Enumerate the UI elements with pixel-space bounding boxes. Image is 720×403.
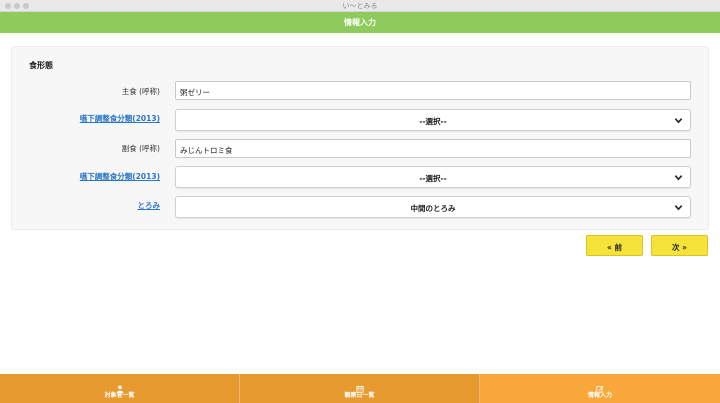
chevron-down-icon — [674, 118, 683, 124]
window-titlebar: い～とみる — [0, 0, 720, 12]
tab-label: 情報入力 — [587, 392, 612, 399]
tab-label: 観察日一覧 — [344, 392, 375, 399]
thickness-link[interactable]: とろみ — [138, 200, 161, 211]
calendar-icon — [240, 378, 479, 393]
next-button[interactable]: 次 » — [651, 235, 708, 256]
side-class-select[interactable]: --選択-- — [175, 166, 691, 188]
page-title: 情報入力 — [344, 18, 376, 27]
staple-class-select[interactable]: --選択-- — [175, 109, 691, 131]
tab-label: 対象者一覧 — [104, 392, 135, 399]
side-label: 副食 (呼称) — [121, 144, 160, 153]
staple-input[interactable]: 粥ゼリー — [175, 81, 691, 100]
chevron-down-icon — [674, 175, 683, 181]
window-title: い～とみる — [342, 2, 378, 10]
side-class-link[interactable]: 嚥下調整食分類(2013) — [80, 171, 160, 182]
footer-tabbar: 対象者一覧 観察日一覧 情報入力 — [0, 374, 720, 403]
tab-subject-list[interactable]: 対象者一覧 — [0, 374, 240, 403]
staple-class-value: --選択-- — [419, 117, 447, 126]
prev-button[interactable]: « 前 — [586, 235, 643, 256]
chevron-down-icon — [674, 205, 683, 211]
user-icon — [0, 378, 239, 393]
app-header: 情報入力 — [0, 12, 720, 33]
side-class-value: --選択-- — [419, 174, 447, 183]
tab-observation-list[interactable]: 観察日一覧 — [240, 374, 480, 403]
meal-form-panel: 食形態 主食 (呼称) 粥ゼリー 嚥下調整食分類(2013) --選択-- 副食… — [11, 46, 709, 230]
tab-info-input[interactable]: 情報入力 — [480, 374, 720, 403]
section-title: 食形態 — [29, 61, 53, 70]
thickness-value: 中間のとろみ — [410, 204, 456, 213]
staple-label: 主食 (呼称) — [121, 87, 160, 96]
thickness-select[interactable]: 中間のとろみ — [175, 196, 691, 218]
side-input[interactable]: みじんトロミ食 — [175, 139, 691, 158]
staple-class-link[interactable]: 嚥下調整食分類(2013) — [80, 113, 160, 124]
edit-icon — [480, 378, 720, 393]
